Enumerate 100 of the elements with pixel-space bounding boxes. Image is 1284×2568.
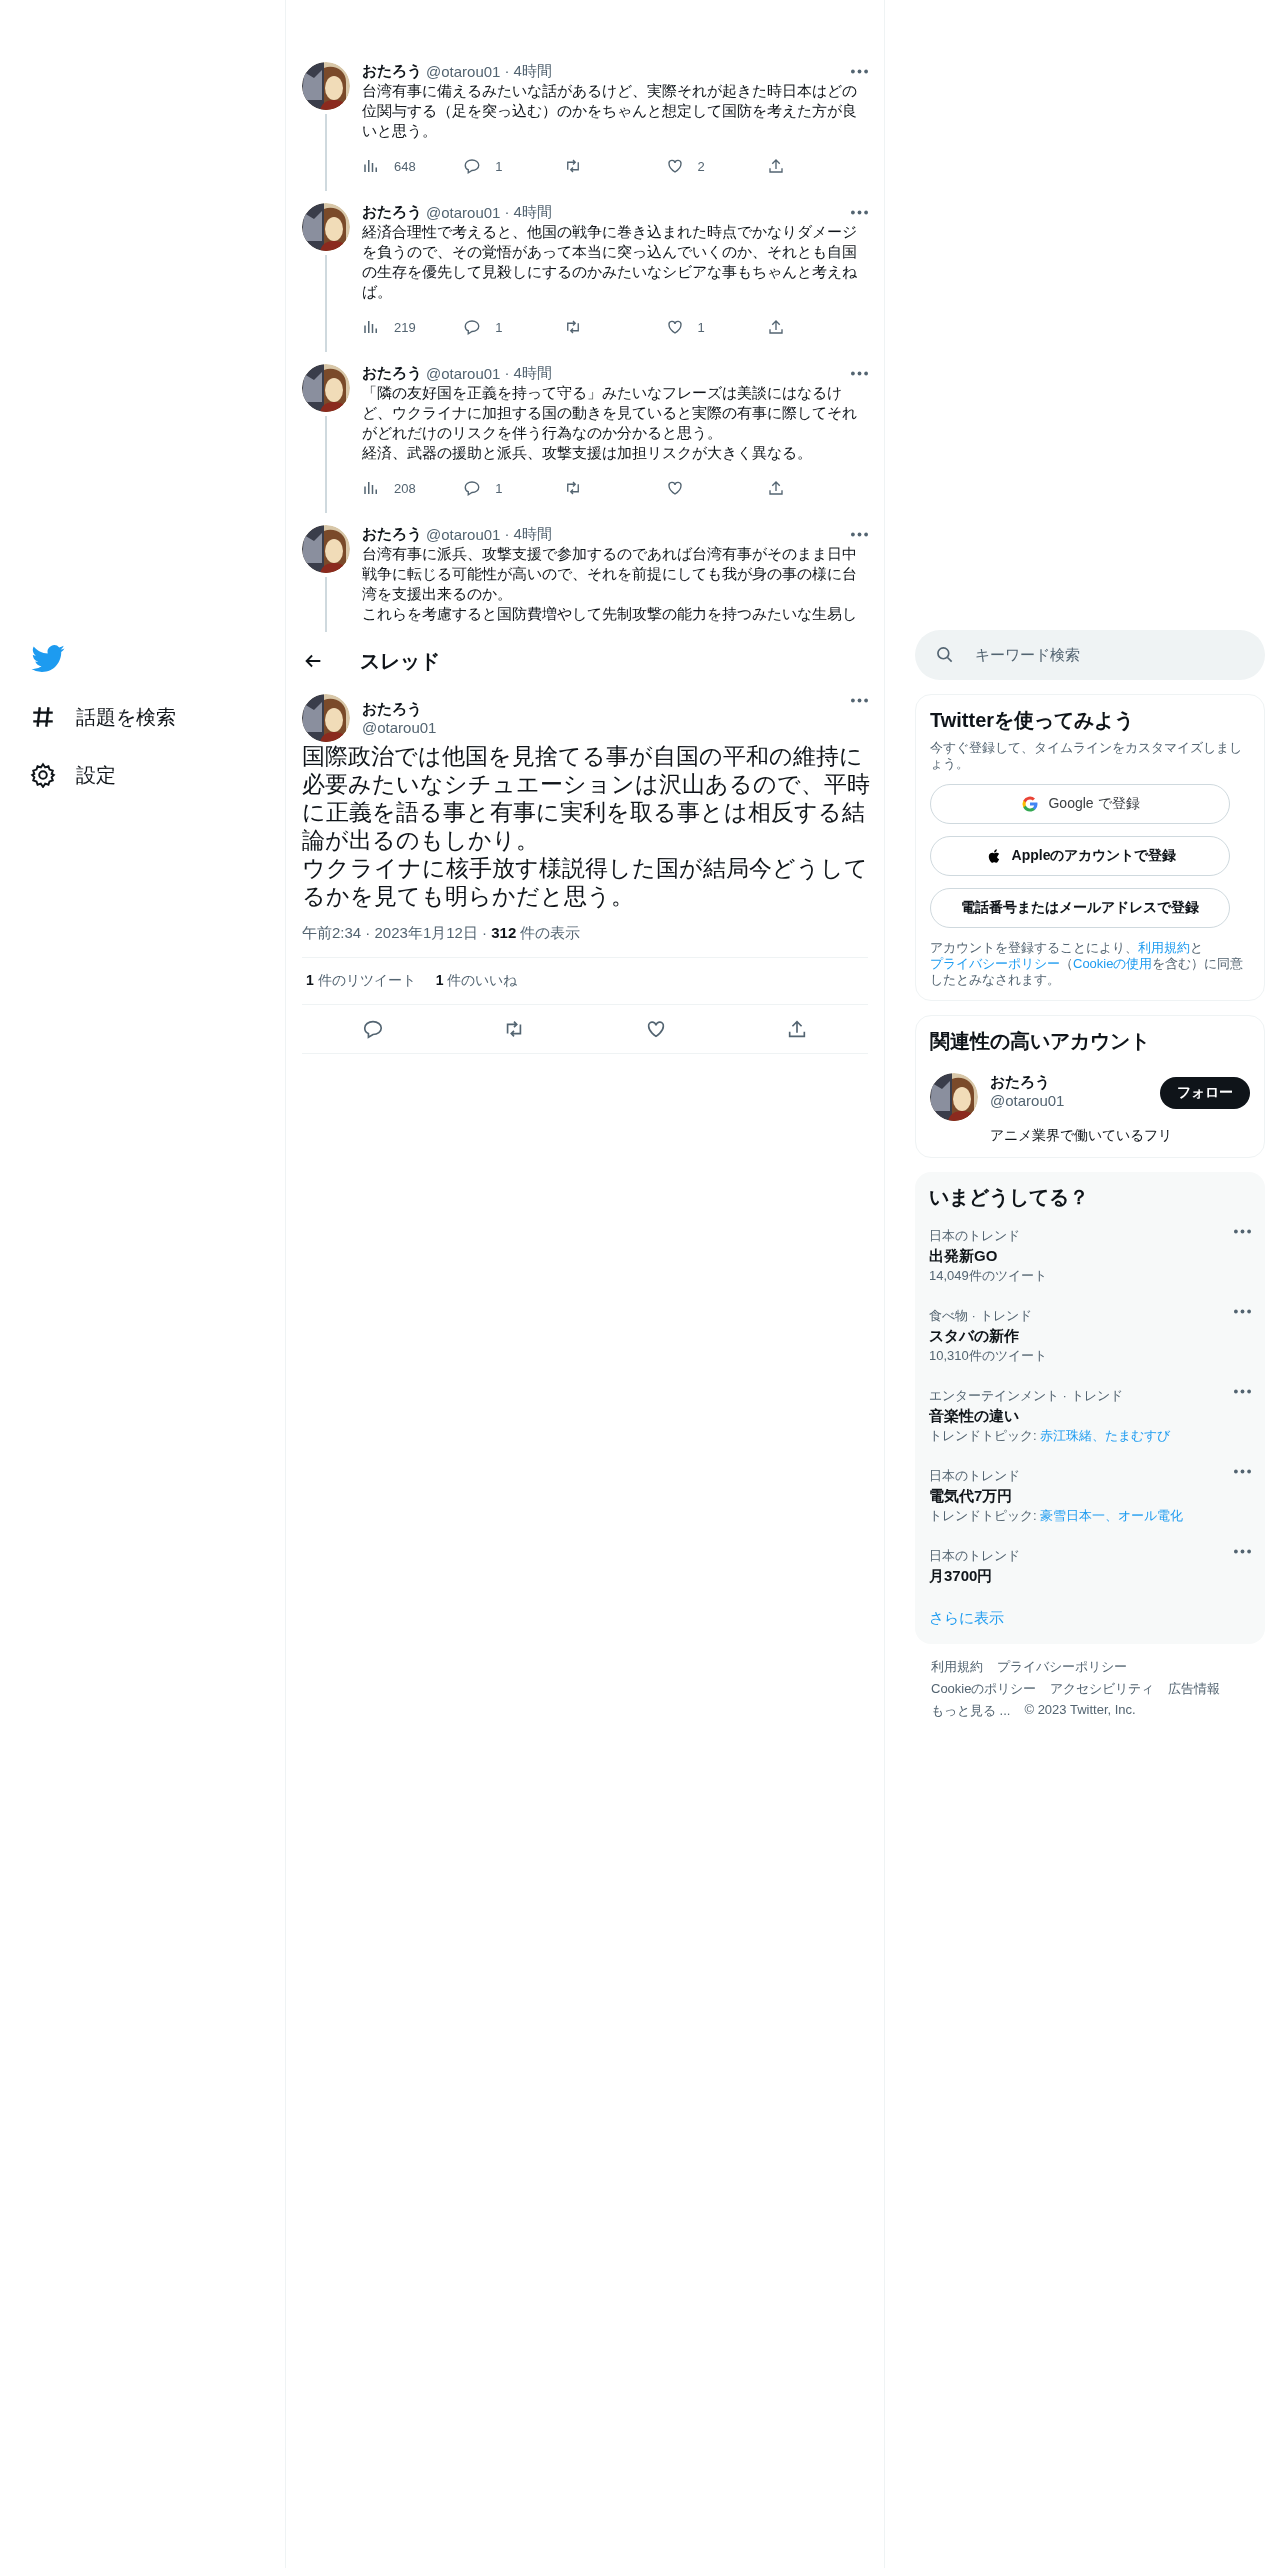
card-title: 関連性の高いアカウント [930, 1029, 1151, 1054]
more-icon[interactable] [1234, 1549, 1251, 1554]
card-title: いまどうしてる？ [929, 1185, 1090, 1210]
tweet-text: 台湾有事に派兵、攻撃支援で参加するのであれば台湾有事がそのまま日中戦争に転じる可能性が高いので、それを前提にしても我が身の事の様に台湾を支援出来るのか。 [362, 544, 858, 604]
more-icon[interactable] [851, 532, 868, 537]
trend-title[interactable]: 音楽性の違い [929, 1405, 1234, 1427]
tweet-text: これらを考慮すると国防費増やして先制攻撃の能力を持つみたいな生易し [362, 604, 858, 624]
reply-icon [361, 1018, 384, 1040]
signup-button[interactable]: Google で登録 [930, 784, 1230, 824]
avatar[interactable] [930, 1073, 978, 1121]
engagement-count[interactable]: 1 件のいいね [435, 972, 518, 990]
footer-link[interactable]: Cookieのポリシー [931, 1680, 1037, 1698]
tweet-text: ウクライナに核手放す様説得した国が結局今どうしてるかを見ても明らかだと思う。 [302, 854, 869, 910]
avatar[interactable] [302, 694, 350, 742]
nav-link[interactable]: 話題を検索 [30, 688, 184, 746]
footer-link[interactable]: プライバシーポリシー [997, 1658, 1127, 1676]
user-handle[interactable]: @otarou01 [426, 63, 501, 80]
share-icon [766, 318, 785, 336]
copyright: © 2023 Twitter, Inc. [1024, 1702, 1136, 1719]
more-icon[interactable] [851, 371, 868, 376]
more-icon[interactable] [1234, 1309, 1251, 1314]
footer-link[interactable]: 広告情報 [1168, 1680, 1221, 1698]
more-icon[interactable] [851, 69, 868, 74]
trend-title[interactable]: 出発新GO [929, 1245, 1234, 1267]
tweet-count: 10,310件のツイート [929, 1347, 1048, 1365]
more-icon[interactable] [851, 698, 868, 703]
legal-text: アカウントを登録することにより、利用規約 と プライバシーポリシー（Cookieの使用を含む）に同意したとみなされます。 [930, 940, 1245, 988]
tweet-text: 「隣の友好国を正義を持って守る」みたいなフレーズは美談にはなるけど、ウクライナに加担する国の動きを見ていると実際の有事に際してそれがどれだけのリスクを伴う行為なのか分かると思う。 [362, 383, 858, 443]
trend-topic-label: トレンドトピック: [929, 1508, 1037, 1523]
user-name[interactable]: おたろう [362, 62, 422, 81]
nav-link[interactable]: 設定 [30, 746, 124, 804]
trend-context: 日本のトレンド [929, 1227, 1021, 1245]
action-count: 208 [394, 480, 416, 496]
user-handle[interactable]: @otarou01 [426, 365, 501, 382]
trend-context: 日本のトレンド [929, 1467, 1021, 1485]
more-icon[interactable] [851, 210, 868, 215]
views-icon [362, 479, 380, 497]
trend-title[interactable]: 電気代7万円 [929, 1485, 1234, 1507]
views-icon [362, 157, 380, 175]
user-handle[interactable]: @otarou01 [990, 1092, 1148, 1110]
user-handle[interactable]: @otarou01 [426, 526, 501, 543]
action-count: 219 [394, 319, 416, 335]
tweet-meta: 午前2:34 · 2023年1月12日 · 312 件の表示 [302, 924, 582, 943]
views-icon [362, 318, 380, 336]
card-subtitle: 今すぐ登録して、タイムラインをカスタマイズしましょう。 [930, 740, 1243, 772]
reply-icon [463, 479, 482, 497]
footer-link[interactable]: 利用規約 [931, 1658, 983, 1676]
more-icon[interactable] [1234, 1229, 1251, 1234]
user-name[interactable]: おたろう [362, 203, 422, 222]
user-name[interactable]: おたろう [990, 1073, 1148, 1092]
search-icon [935, 645, 955, 665]
action-count: 2 [697, 158, 705, 174]
tweet-text: 台湾有事に備えるみたいな話があるけど、実際それが起きた時日本はどの位関与する（足を突っ込む）のかをちゃんと想定して国防を考えた方が良いと思う。 [362, 81, 858, 141]
avatar[interactable] [302, 62, 350, 110]
search-field[interactable]: キーワード検索 [915, 630, 1265, 680]
tweet-text: 国際政治では他国を見捨てる事が自国の平和の維持に必要みたいなシチュエーションは沢山あるので、平時に正義を語る事と有事に実利を取る事とは相反する結論が出るのもしかり。 [302, 742, 870, 854]
reply-icon [463, 157, 482, 175]
share-icon [766, 157, 785, 175]
trend-title[interactable]: 月3700円 [929, 1565, 1234, 1587]
footer-link[interactable]: アクセシビリティ [1050, 1680, 1155, 1698]
user-bio: アニメ業界で働いているフリ [990, 1127, 1173, 1145]
user-handle[interactable]: @otarou01 [362, 719, 839, 736]
user-name[interactable]: おたろう [362, 700, 839, 719]
tweet-time[interactable]: · 4時間 [504, 203, 552, 222]
settings-icon [30, 762, 56, 788]
hashtag-icon [30, 704, 56, 730]
like-icon [665, 157, 684, 175]
action-count: 1 [495, 158, 503, 174]
tweet-text: 経済合理性で考えると、他国の戦争に巻き込まれた時点でかなりダメージを負うので、その覚悟があって本当に突っ込んでいくのか、それとも自国の生存を優先して見殺しにするのかみたいなシビアな事もちゃんと考えねば。 [362, 222, 858, 302]
like-icon [665, 479, 684, 497]
tweet-time[interactable]: · 4時間 [504, 364, 552, 383]
reply-icon [463, 318, 482, 336]
user-handle[interactable]: @otarou01 [426, 204, 501, 221]
avatar[interactable] [302, 203, 350, 251]
more-icon[interactable] [1234, 1469, 1251, 1474]
signup-button[interactable]: Appleのアカウントで登録 [930, 836, 1230, 876]
tweet-time[interactable]: · 4時間 [504, 525, 552, 544]
card-title: Twitterを使ってみよう [930, 708, 1136, 733]
tweet-time[interactable]: · 4時間 [504, 62, 552, 81]
avatar[interactable] [302, 525, 350, 573]
more-icon[interactable] [1234, 1389, 1251, 1394]
action-count: 648 [394, 158, 416, 174]
user-name[interactable]: おたろう [362, 364, 422, 383]
trend-context: 日本のトレンド [929, 1547, 1021, 1565]
trend-context: 食べ物 · トレンド [929, 1307, 1033, 1325]
footer-link[interactable]: もっと見る ... [931, 1702, 1011, 1720]
page-title: スレッド [360, 648, 440, 674]
signup-button[interactable]: 電話番号またはメールアドレスで登録 [930, 888, 1230, 928]
tweet-count: 14,049件のツイート [929, 1267, 1048, 1285]
engagement-count[interactable]: 1 件のリツイート [306, 972, 416, 990]
tweet-text: 経済、武器の援助と派兵、攻撃支援は加担リスクが大きく異なる。 [362, 443, 813, 463]
action-count: 1 [495, 480, 503, 496]
action-count: 1 [495, 319, 503, 335]
user-name[interactable]: おたろう [362, 525, 422, 544]
follow-button[interactable]: フォロー [1160, 1077, 1250, 1109]
trend-title[interactable]: スタバの新作 [929, 1325, 1234, 1347]
action-count: 1 [697, 319, 705, 335]
avatar[interactable] [302, 364, 350, 412]
trend-context: エンターテインメント · トレンド [929, 1387, 1124, 1405]
like-icon [665, 318, 684, 336]
